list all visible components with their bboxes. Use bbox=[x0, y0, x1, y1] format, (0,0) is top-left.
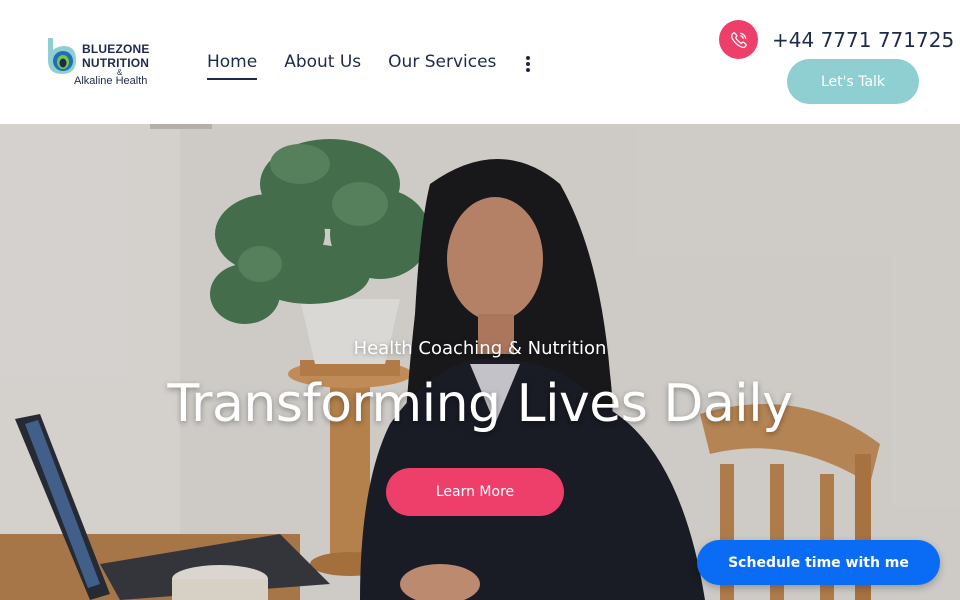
main-nav: Home About Us Our Services bbox=[207, 52, 533, 80]
hero-overlay bbox=[0, 124, 960, 600]
logo-mark-icon bbox=[48, 38, 76, 74]
nav-item-our-services[interactable]: Our Services bbox=[388, 52, 496, 78]
brand-logo[interactable]: BLUEZONE NUTRITION & Alkaline Health bbox=[44, 34, 164, 90]
brand-name-line2: NUTRITION bbox=[82, 56, 150, 70]
hero-subtitle: Health Coaching & Nutrition bbox=[353, 338, 607, 359]
brand-name-line1: BLUEZONE bbox=[82, 42, 150, 56]
hero-title: Transforming Lives Daily bbox=[167, 374, 793, 434]
nav-item-about-us[interactable]: About Us bbox=[284, 52, 361, 78]
phone-glyph-icon bbox=[730, 31, 747, 48]
hero-section: Health Coaching & Nutrition Transforming… bbox=[0, 124, 960, 600]
site-header: BLUEZONE NUTRITION & Alkaline Health Hom… bbox=[0, 0, 960, 124]
phone-icon[interactable] bbox=[719, 20, 758, 59]
vertical-ellipsis-icon[interactable] bbox=[523, 54, 533, 72]
schedule-time-button[interactable]: Schedule time with me bbox=[697, 540, 940, 585]
nav-item-home[interactable]: Home bbox=[207, 52, 258, 80]
learn-more-button[interactable]: Learn More bbox=[386, 468, 564, 516]
phone-number[interactable]: +44 7771 771725 bbox=[772, 28, 954, 52]
brand-tagline: Alkaline Health bbox=[74, 75, 148, 87]
lets-talk-button[interactable]: Let's Talk bbox=[787, 59, 919, 104]
